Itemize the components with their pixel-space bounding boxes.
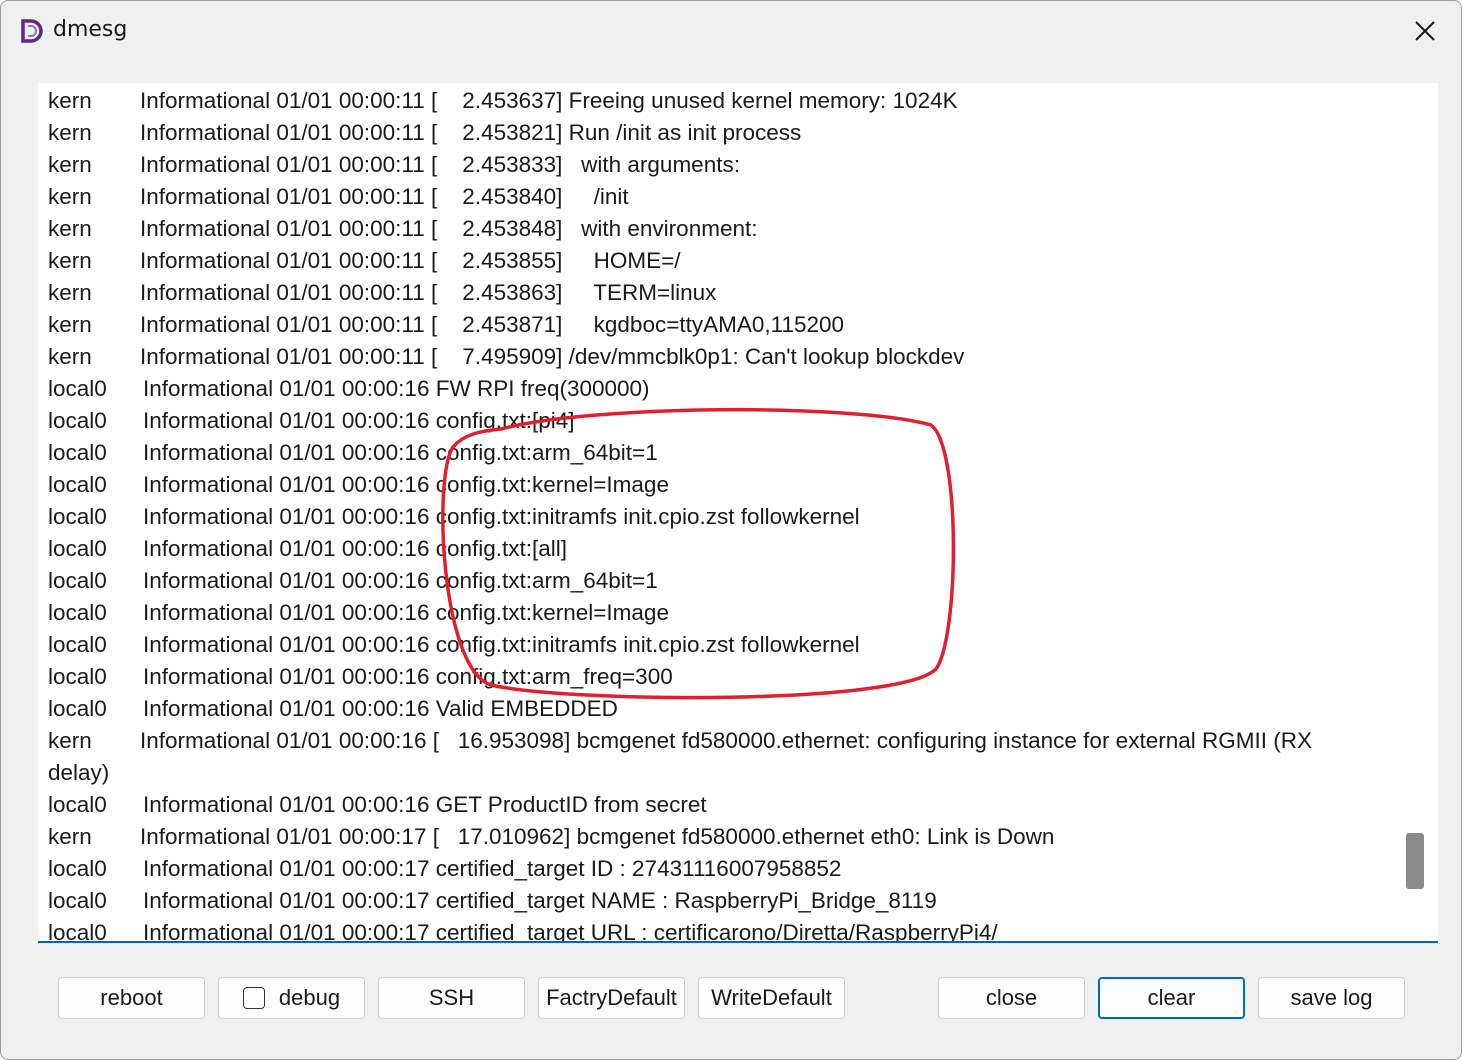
log-facility: kern (48, 248, 92, 273)
log-facility: kern (48, 312, 92, 337)
log-message: Informational 01/01 00:00:11 [ 2.453863]… (140, 280, 717, 305)
log-line: local0 Informational 01/01 00:00:16 confi… (48, 469, 1400, 501)
log-message: Informational 01/01 00:00:16 Valid EMBED… (143, 696, 618, 721)
dmesg-window: dmesg kern Informational 01/01 00:00:11 [… (0, 0, 1462, 1060)
title-bar[interactable]: dmesg (1, 1, 1461, 63)
log-message: Informational 01/01 00:00:16 FW RPI freq… (143, 376, 650, 401)
log-facility: local0 (48, 792, 107, 817)
log-message: Informational 01/01 00:00:11 [ 2.453871]… (140, 312, 845, 337)
log-facility: local0 (48, 440, 107, 465)
log-line: kern Informational 01/01 00:00:11 [ 2.453… (48, 85, 1400, 117)
log-message: Informational 01/01 00:00:11 [ 2.453637]… (140, 88, 958, 113)
log-message: Informational 01/01 00:00:16 config.txt:… (143, 408, 575, 433)
log-line: kern Informational 01/01 00:00:11 [ 2.453… (48, 149, 1400, 181)
log-message: Informational 01/01 00:00:11 [ 2.453821]… (140, 120, 802, 145)
log-message: Informational 01/01 00:00:16 config.txt:… (143, 632, 860, 657)
log-facility: kern (48, 344, 92, 369)
log-message: Informational 01/01 00:00:17 [ 17.010962… (140, 824, 1055, 849)
write-default-button[interactable]: WriteDefault (698, 977, 845, 1019)
log-message: Informational 01/01 00:00:11 [ 7.495909]… (140, 344, 965, 369)
scrollbar-thumb[interactable] (1406, 833, 1424, 889)
log-facility: kern (48, 88, 92, 113)
log-message: Informational 01/01 00:00:16 config.txt:… (143, 440, 658, 465)
log-message: Informational 01/01 00:00:11 [ 2.453833]… (140, 152, 740, 177)
log-line: local0 Informational 01/01 00:00:16 confi… (48, 629, 1400, 661)
window-title: dmesg (53, 17, 128, 42)
clear-button[interactable]: clear (1098, 977, 1245, 1019)
log-line: kern Informational 01/01 00:00:11 [ 2.453… (48, 213, 1400, 245)
log-message: Informational 01/01 00:00:16 config.txt:… (143, 472, 669, 497)
log-facility: local0 (48, 376, 107, 401)
log-line: local0 Informational 01/01 00:00:16 confi… (48, 597, 1400, 629)
log-line: local0 Informational 01/01 00:00:16 GET P… (48, 789, 1400, 821)
log-facility: local0 (48, 472, 107, 497)
log-message: Informational 01/01 00:00:11 [ 2.453848]… (140, 216, 758, 241)
save-log-button[interactable]: save log (1258, 977, 1405, 1019)
log-message: Informational 01/01 00:00:17 certified_t… (143, 856, 842, 881)
log-facility: local0 (48, 504, 107, 529)
log-facility: kern (48, 824, 92, 849)
log-line: local0 Informational 01/01 00:00:16 confi… (48, 533, 1400, 565)
log-facility: kern (48, 728, 92, 753)
log-message: Informational 01/01 00:00:16 config.txt:… (143, 504, 860, 529)
log-line: local0 Informational 01/01 00:00:16 confi… (48, 437, 1400, 469)
log-line: local0 Informational 01/01 00:00:16 Valid… (48, 693, 1400, 725)
log-facility: kern (48, 280, 92, 305)
log-message: Informational 01/01 00:00:16 config.txt:… (143, 536, 568, 561)
log-facility: local0 (48, 856, 107, 881)
log-message: Informational 01/01 00:00:16 config.txt:… (143, 664, 673, 689)
log-line: local0 Informational 01/01 00:00:16 confi… (48, 501, 1400, 533)
log-line: local0 Informational 01/01 00:00:16 confi… (48, 661, 1400, 693)
factory-default-button[interactable]: FactryDefault (538, 977, 685, 1019)
log-facility: kern (48, 120, 92, 145)
log-message: Informational 01/01 00:00:16 config.txt:… (143, 568, 658, 593)
log-message: Informational 01/01 00:00:17 certified_t… (143, 920, 998, 943)
log-line: kern Informational 01/01 00:00:11 [ 2.453… (48, 117, 1400, 149)
app-logo-icon (21, 19, 43, 43)
log-facility: local0 (48, 632, 107, 657)
close-icon[interactable] (1409, 15, 1441, 47)
log-message: Informational 01/01 00:00:17 certified_t… (143, 888, 937, 913)
log-facility: local0 (48, 536, 107, 561)
log-facility: kern (48, 216, 92, 241)
log-facility: local0 (48, 888, 107, 913)
log-line: local0 Informational 01/01 00:00:17 certi… (48, 853, 1400, 885)
log-facility: local0 (48, 600, 107, 625)
log-line: kern Informational 01/01 00:00:16 [ 16.95… (48, 725, 1400, 757)
log-facility: local0 (48, 664, 107, 689)
log-line: kern Informational 01/01 00:00:17 [ 17.01… (48, 821, 1400, 853)
log-line: local0 Informational 01/01 00:00:16 confi… (48, 565, 1400, 597)
log-line: kern Informational 01/01 00:00:11 [ 2.453… (48, 181, 1400, 213)
log-line-continuation: delay) (48, 760, 110, 785)
log-line: local0 Informational 01/01 00:00:16 confi… (48, 405, 1400, 437)
log-line: local0 Informational 01/01 00:00:17 certi… (48, 885, 1400, 917)
log-line: local0 Informational 01/01 00:00:16 FW RP… (48, 373, 1400, 405)
ssh-button[interactable]: SSH (378, 977, 525, 1019)
log-facility: local0 (48, 696, 107, 721)
log-line: local0 Informational 01/01 00:00:17 certi… (48, 917, 1400, 943)
log-facility: kern (48, 184, 92, 209)
log-facility: local0 (48, 408, 107, 433)
log-facility: local0 (48, 920, 107, 943)
log-output[interactable]: kern Informational 01/01 00:00:11 [ 2.453… (38, 83, 1438, 943)
log-line: kern Informational 01/01 00:00:11 [ 7.495… (48, 341, 1400, 373)
log-message: Informational 01/01 00:00:11 [ 2.453840]… (140, 184, 629, 209)
checkbox-unchecked-icon[interactable] (242, 987, 265, 1009)
log-facility: local0 (48, 568, 107, 593)
log-message: Informational 01/01 00:00:16 GET Product… (143, 792, 707, 817)
log-message: Informational 01/01 00:00:11 [ 2.453855]… (140, 248, 681, 273)
close-button[interactable]: close (938, 977, 1085, 1019)
vertical-scrollbar[interactable] (1402, 83, 1424, 941)
log-facility: kern (48, 152, 92, 177)
reboot-button[interactable]: reboot (58, 977, 205, 1019)
debug-checkbox[interactable]: debug (218, 977, 365, 1019)
log-line: kern Informational 01/01 00:00:11 [ 2.453… (48, 309, 1400, 341)
log-message: Informational 01/01 00:00:16 [ 16.953098… (140, 728, 1312, 753)
log-line: kern Informational 01/01 00:00:11 [ 2.453… (48, 245, 1400, 277)
log-message: Informational 01/01 00:00:16 config.txt:… (143, 600, 669, 625)
log-line: kern Informational 01/01 00:00:11 [ 2.453… (48, 277, 1400, 309)
log-lines: kern Informational 01/01 00:00:11 [ 2.453… (48, 85, 1400, 943)
